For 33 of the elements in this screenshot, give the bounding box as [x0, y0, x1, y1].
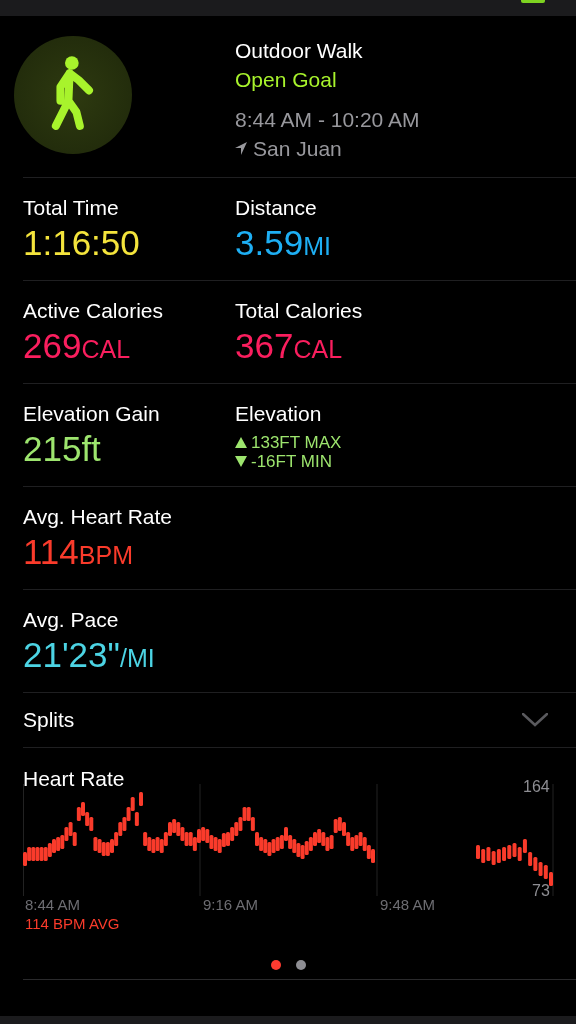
y-axis-min: 73 — [532, 882, 550, 900]
time-axis-label: 8:44 AM — [25, 896, 81, 913]
metric-value: 114BPM — [23, 531, 133, 573]
metric-value: 3.59MI — [235, 222, 331, 264]
workout-goal: Open Goal — [235, 67, 338, 93]
location-name: San Juan — [253, 136, 342, 162]
metric-label: Active Calories — [23, 298, 164, 324]
metric-value: 367CAL — [235, 325, 343, 367]
elevation-min: -16FT MIN — [251, 452, 332, 471]
metric-label: Elevation Gain — [23, 401, 160, 427]
workout-title: Outdoor Walk — [235, 38, 364, 64]
metric-value: 269CAL — [23, 325, 131, 367]
metric-value: 21'23"/MI — [23, 634, 155, 676]
metric-label: Avg. Pace — [23, 607, 119, 633]
partial-icon — [521, 0, 545, 3]
metric-label: Distance — [235, 195, 317, 221]
splits-row[interactable]: Splits — [23, 693, 576, 748]
metric-value: 1:16:50 — [23, 222, 140, 264]
location-arrow-icon — [235, 142, 247, 155]
time-axis-label: 9:16 AM — [203, 896, 259, 913]
chart-title: Heart Rate — [23, 766, 125, 792]
metric-label: Total Time — [23, 195, 119, 221]
time-axis-label: 9:48 AM — [380, 896, 436, 913]
metric-label: Total Calories — [235, 298, 363, 324]
metric-label: Avg. Heart Rate — [23, 504, 173, 530]
time-range: 8:44 AM - 10:20 AM — [235, 107, 420, 133]
page-dot[interactable] — [271, 960, 281, 970]
metric-value: 215ft — [23, 428, 101, 470]
metric-label: Elevation — [235, 401, 322, 427]
elevation-max: 133FT MAX — [251, 433, 342, 452]
page-dot[interactable] — [296, 960, 306, 970]
y-axis-max: 164 — [523, 778, 550, 796]
average-heart-rate: 114 BPM AVG — [25, 915, 120, 932]
